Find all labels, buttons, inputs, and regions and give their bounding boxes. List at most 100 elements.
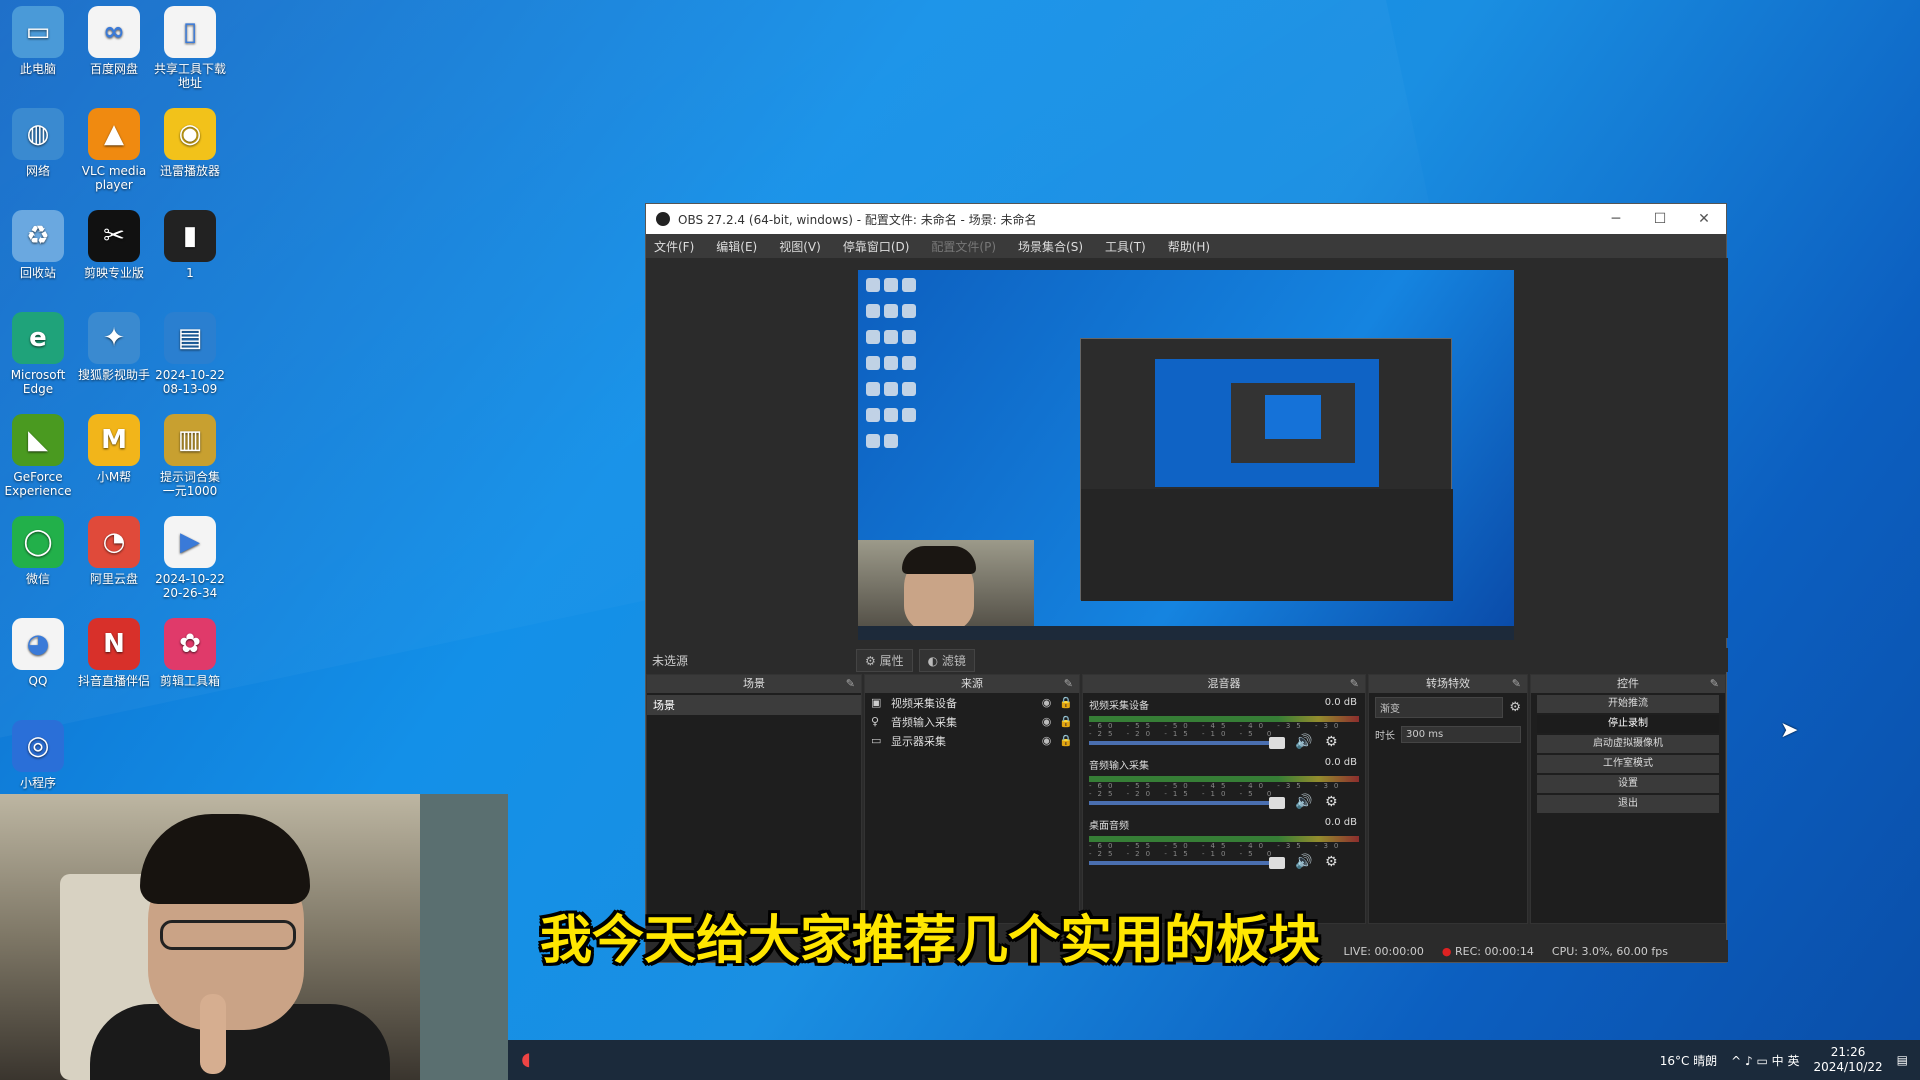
desktop-icon-label: 提示词合集 一元1000 bbox=[159, 470, 220, 498]
eye-icon[interactable]: ◉ bbox=[1042, 696, 1052, 709]
properties-button[interactable]: ⚙ 属性 bbox=[856, 648, 913, 672]
properties-label: 属性 bbox=[879, 653, 904, 668]
tray-icons[interactable]: ^ ♪ ▭ 中 英 bbox=[1731, 1052, 1799, 1069]
maximize-button[interactable]: ☐ bbox=[1638, 211, 1682, 227]
control-button[interactable]: 退出 bbox=[1537, 795, 1719, 813]
desktop-icon[interactable]: ◕ QQ bbox=[2, 618, 74, 688]
lock-icon[interactable]: 🔒 bbox=[1059, 734, 1073, 747]
desktop-icon[interactable]: ▯ 共享工具下载地址 bbox=[154, 6, 226, 90]
pencil-icon[interactable]: ✎ bbox=[1710, 675, 1719, 693]
volume-slider[interactable] bbox=[1089, 861, 1279, 865]
desktop-icon[interactable]: ◉ 迅雷播放器 bbox=[154, 108, 226, 178]
preview-area bbox=[646, 258, 1728, 640]
gear-icon[interactable]: ⚙ bbox=[1325, 854, 1338, 870]
obs-menubar: 文件(F) 编辑(E) 视图(V) 停靠窗口(D) 配置文件(P) 场景集合(S) 工具(T… bbox=[646, 234, 1726, 258]
desktop-icon[interactable]: ♻ 回收站 bbox=[2, 210, 74, 280]
mouse-cursor-icon: ➤ bbox=[1780, 718, 1799, 743]
filters-button[interactable]: ◐ 滤镜 bbox=[918, 648, 975, 672]
mixer-channel: 视频采集设备 0.0 dB -60 -55 -50 -45 -40 -35 -30 … bbox=[1083, 693, 1365, 753]
desktop-icon[interactable]: ✿ 剪辑工具箱 bbox=[154, 618, 226, 688]
preview-canvas[interactable] bbox=[858, 270, 1514, 640]
desktop-icon[interactable]: ◣ GeForce Experience bbox=[2, 414, 74, 498]
speaker-icon[interactable]: 🔊 bbox=[1295, 794, 1312, 810]
cpu-status: CPU: 3.0%, 60.00 fps bbox=[1551, 944, 1668, 958]
gear-icon[interactable]: ⚙ bbox=[1325, 734, 1338, 750]
close-button[interactable]: ✕ bbox=[1682, 211, 1726, 227]
desktop-icon[interactable]: M 小M帮 bbox=[78, 414, 150, 484]
menu-item[interactable]: 文件(F) bbox=[654, 238, 694, 255]
control-button[interactable]: 停止录制 bbox=[1537, 715, 1719, 733]
channel-db: 0.0 dB bbox=[1324, 757, 1357, 768]
slider-handle[interactable] bbox=[1269, 737, 1285, 749]
rec-status: ● REC: 00:00:14 bbox=[1441, 944, 1534, 958]
desktop-icon[interactable]: ✦ 搜狐影视助手 bbox=[78, 312, 150, 382]
menu-item[interactable]: 停靠窗口(D) bbox=[843, 238, 910, 255]
source-item[interactable]: ▭ 显示器采集 ◉ 🔒 bbox=[865, 731, 1079, 750]
desktop-icon[interactable]: ▭ 此电脑 bbox=[2, 6, 74, 76]
speaker-icon[interactable]: 🔊 bbox=[1295, 734, 1312, 750]
pencil-icon[interactable]: ✎ bbox=[1350, 675, 1359, 693]
menu-item[interactable]: 工具(T) bbox=[1105, 238, 1146, 255]
menu-item[interactable]: 编辑(E) bbox=[716, 238, 757, 255]
control-button[interactable]: 工作室模式 bbox=[1537, 755, 1719, 773]
desktop-icon[interactable]: N 抖音直播伴侣 bbox=[78, 618, 150, 688]
slider-handle[interactable] bbox=[1269, 797, 1285, 809]
desktop-app-icon: ◍ bbox=[12, 108, 64, 160]
recording-app-icon[interactable]: ◖ bbox=[512, 1046, 540, 1074]
pencil-icon[interactable]: ✎ bbox=[1064, 675, 1073, 693]
desktop-icon-label: 2024-10-22 08-13-09 bbox=[155, 368, 225, 396]
scenes-dock: 场景 ✎ 场景 bbox=[646, 674, 862, 924]
desktop-icon[interactable]: ◎ 小程序 bbox=[2, 720, 74, 790]
desktop-icon[interactable]: e Microsoft Edge bbox=[2, 312, 74, 396]
control-button[interactable]: 开始推流 bbox=[1537, 695, 1719, 713]
mixer-channel: 桌面音频 0.0 dB -60 -55 -50 -45 -40 -35 -30 -2… bbox=[1083, 813, 1365, 873]
desktop-icon[interactable]: ◯ 微信 bbox=[2, 516, 74, 586]
gear-icon[interactable]: ⚙ bbox=[1325, 794, 1338, 810]
desktop-app-icon: ◔ bbox=[88, 516, 140, 568]
desktop: ▭ 此电脑 ∞ 百度网盘 ▯ 共享工具下载地址 ◍ 网络 ▲ VLC media player ◉ 迅… bbox=[0, 0, 1920, 1080]
lock-icon[interactable]: 🔒 bbox=[1059, 715, 1073, 728]
clock[interactable]: 21:26 2024/10/22 bbox=[1813, 1045, 1882, 1075]
pencil-icon[interactable]: ✎ bbox=[1512, 675, 1521, 693]
live-status: LIVE: 00:00:00 bbox=[1343, 944, 1424, 958]
desktop-app-icon: ▶ bbox=[164, 516, 216, 568]
weather-widget[interactable]: 16°C 晴朗 bbox=[1660, 1052, 1717, 1069]
gear-icon[interactable]: ⚙ bbox=[1509, 700, 1521, 715]
desktop-icon[interactable]: ∞ 百度网盘 bbox=[78, 6, 150, 76]
menu-item[interactable]: 配置文件(P) bbox=[931, 238, 996, 255]
control-button[interactable]: 设置 bbox=[1537, 775, 1719, 793]
source-item[interactable]: ♀ 音频输入采集 ◉ 🔒 bbox=[865, 712, 1079, 731]
menu-item[interactable]: 场景集合(S) bbox=[1018, 238, 1083, 255]
source-item[interactable]: ▣ 视频采集设备 ◉ 🔒 bbox=[865, 693, 1079, 712]
control-button[interactable]: 启动虚拟摄像机 bbox=[1537, 735, 1719, 753]
lock-icon[interactable]: 🔒 bbox=[1059, 696, 1073, 709]
pencil-icon[interactable]: ✎ bbox=[846, 675, 855, 693]
source-label: 显示器采集 bbox=[891, 734, 946, 748]
scene-item[interactable]: 场景 bbox=[647, 695, 861, 715]
minimize-button[interactable]: ─ bbox=[1594, 211, 1638, 227]
desktop-icon[interactable]: ▲ VLC media player bbox=[78, 108, 150, 192]
desktop-icon[interactable]: ◔ 阿里云盘 bbox=[78, 516, 150, 586]
desktop-icon[interactable]: ▤ 2024-10-22 08-13-09 bbox=[154, 312, 226, 396]
obs-titlebar[interactable]: OBS 27.2.4 (64-bit, windows) - 配置文件: 未命名… bbox=[646, 204, 1726, 234]
menu-item[interactable]: 视图(V) bbox=[779, 238, 821, 255]
obs-window[interactable]: OBS 27.2.4 (64-bit, windows) - 配置文件: 未命名… bbox=[645, 203, 1728, 963]
desktop-icon[interactable]: ▥ 提示词合集 一元1000 bbox=[154, 414, 226, 498]
notification-icon[interactable]: ▤ bbox=[1897, 1053, 1908, 1067]
volume-meter bbox=[1089, 716, 1359, 722]
duration-input[interactable]: 300 ms bbox=[1401, 726, 1521, 743]
eye-icon[interactable]: ◉ bbox=[1042, 734, 1052, 747]
volume-slider[interactable] bbox=[1089, 801, 1279, 805]
transition-select[interactable]: 渐变 bbox=[1375, 697, 1504, 718]
eye-icon[interactable]: ◉ bbox=[1042, 715, 1052, 728]
menu-item[interactable]: 帮助(H) bbox=[1168, 238, 1210, 255]
mixer-channel: 音频输入采集 0.0 dB -60 -55 -50 -45 -40 -35 -30 … bbox=[1083, 753, 1365, 813]
volume-slider[interactable] bbox=[1089, 741, 1279, 745]
desktop-icon[interactable]: ▶ 2024-10-22 20-26-34 bbox=[154, 516, 226, 600]
speaker-icon[interactable]: 🔊 bbox=[1295, 854, 1312, 870]
desktop-icon[interactable]: ▮ 1 bbox=[154, 210, 226, 280]
desktop-icon[interactable]: ◍ 网络 bbox=[2, 108, 74, 178]
desktop-icon[interactable]: ✂ 剪映专业版 bbox=[78, 210, 150, 280]
slider-handle[interactable] bbox=[1269, 857, 1285, 869]
preview-nested-obs bbox=[1080, 338, 1453, 601]
